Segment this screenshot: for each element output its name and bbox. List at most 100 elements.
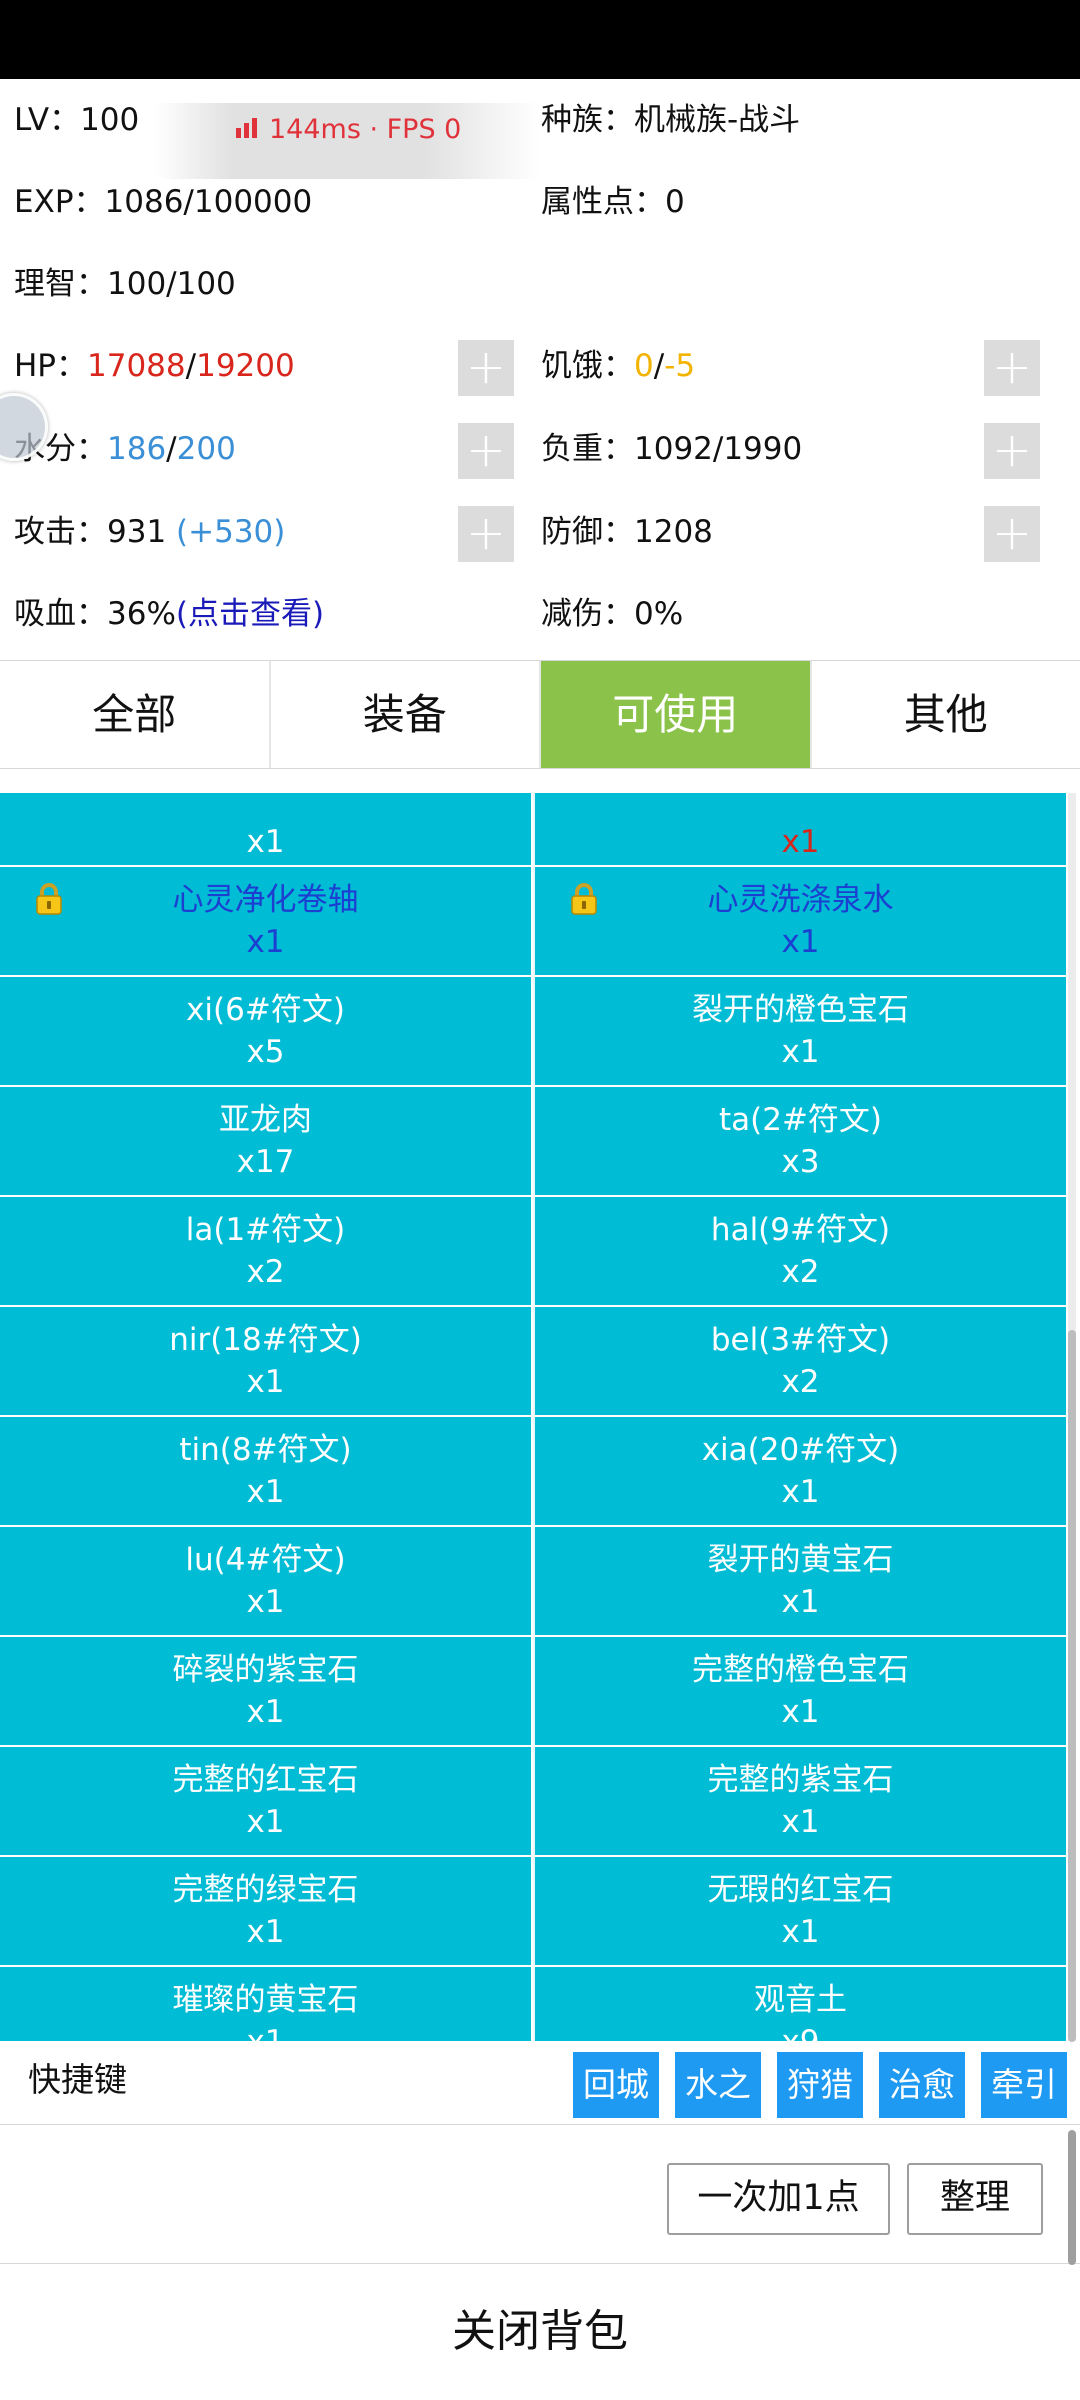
item-name: xi(6#符文) [186, 992, 345, 1028]
item-name: 完整的绿宝石 [172, 1872, 359, 1908]
item-quantity: x1 [246, 2021, 284, 2041]
shortcut-bar: 快捷键 回城 水之 狩猎 治愈 牵引 [0, 2042, 1080, 2125]
item-cell[interactable]: hal(9#符文) x2 [533, 1197, 1066, 1305]
item-cell[interactable]: xia(20#符文) x1 [533, 1417, 1066, 1525]
item-cell[interactable]: 完整的绿宝石 x1 [0, 1857, 531, 1965]
tab-all[interactable]: 全部 [0, 661, 271, 768]
hp-plus-button[interactable]: + [458, 340, 514, 396]
item-cell[interactable]: nir(18#符文) x1 [0, 1307, 531, 1415]
action-bar: 一次加1点 整理 [0, 2125, 1080, 2265]
item-cell[interactable]: 完整的红宝石 x1 [0, 1747, 531, 1855]
item-row: nir(18#符文) x1 bel(3#符文) x2 [0, 1307, 1066, 1415]
item-cell[interactable]: 碎裂的紫宝石 x1 [0, 1637, 531, 1745]
hunger-plus-button[interactable]: + [984, 340, 1040, 396]
item-quantity: x1 [246, 1804, 285, 1840]
grid-scrollbar-thumb[interactable] [1068, 1330, 1076, 2042]
defense-plus-button[interactable]: + [984, 506, 1040, 562]
load-plus-button[interactable]: + [984, 423, 1040, 479]
item-quantity: x1 [781, 1694, 820, 1730]
item-cell[interactable]: bel(3#符文) x2 [533, 1307, 1066, 1415]
sort-button[interactable]: 整理 [907, 2163, 1043, 2235]
item-name: 完整的橙色宝石 [692, 1652, 909, 1688]
item-row: la(1#符文) x2 hal(9#符文) x2 [0, 1197, 1066, 1305]
item-row: lu(4#符文) x1 裂开的黄宝石 x1 [0, 1527, 1066, 1635]
item-name: 心灵净化卷轴 [172, 882, 359, 918]
defense-stat: 防御：1208 [541, 514, 713, 550]
shortcut-heal-button[interactable]: 治愈 [879, 2052, 965, 2118]
action-scrollbar[interactable] [1068, 2130, 1076, 2265]
item-name: 完整的紫宝石 [707, 1762, 894, 1798]
item-cell[interactable]: ta(2#符文) x3 [533, 1087, 1066, 1195]
item-cell[interactable]: 心灵洗涤泉水 x1 [533, 867, 1066, 975]
item-grid: x1 x1 心灵净化卷轴 x1 心灵洗涤泉水 x1 xi(6#符文) x5 裂开的橙色宝石 x1 亚… [0, 793, 1066, 2041]
item-cell[interactable]: x1 [533, 793, 1066, 865]
item-quantity: x1 [246, 1364, 285, 1400]
item-quantity: x1 [781, 1474, 820, 1510]
item-cell[interactable]: 完整的橙色宝石 x1 [533, 1637, 1066, 1745]
shortcut-pull-button[interactable]: 牵引 [981, 2052, 1067, 2118]
item-cell[interactable]: 无瑕的红宝石 x1 [533, 1857, 1066, 1965]
item-quantity: x2 [246, 1254, 285, 1290]
item-cell[interactable]: 亚龙肉 x17 [0, 1087, 531, 1195]
item-row: x1 x1 [0, 793, 1066, 865]
item-cell[interactable]: 完整的紫宝石 x1 [533, 1747, 1066, 1855]
shortcut-water-button[interactable]: 水之 [675, 2052, 761, 2118]
item-quantity: x2 [781, 1364, 820, 1400]
item-quantity: x1 [781, 824, 820, 860]
item-name: 裂开的橙色宝石 [692, 992, 909, 1028]
water-plus-button[interactable]: + [458, 423, 514, 479]
tab-other[interactable]: 其他 [811, 661, 1080, 768]
item-cell[interactable]: 裂开的黄宝石 x1 [533, 1527, 1066, 1635]
exp-stat: EXP：1086/100000 [14, 184, 313, 220]
bag-tabs: 全部 装备 可使用 其他 [0, 660, 1080, 769]
item-quantity: x1 [781, 1584, 820, 1620]
item-row: xi(6#符文) x5 裂开的橙色宝石 x1 [0, 977, 1066, 1085]
water-stat: 水分：186/200 [14, 431, 236, 467]
item-quantity: x9 [781, 2021, 819, 2041]
item-cell[interactable]: tin(8#符文) x1 [0, 1417, 531, 1525]
item-quantity: x1 [246, 824, 285, 860]
item-name: 璀璨的黄宝石 [172, 1982, 359, 2018]
item-name: hal(9#符文) [710, 1212, 891, 1248]
tab-usable[interactable]: 可使用 [541, 661, 812, 768]
item-cell[interactable]: xi(6#符文) x5 [0, 977, 531, 1085]
item-name: 完整的红宝石 [172, 1762, 359, 1798]
item-quantity: x1 [246, 1914, 285, 1950]
item-cell[interactable]: 心灵净化卷轴 x1 [0, 867, 531, 975]
item-quantity: x1 [781, 1804, 820, 1840]
close-bag-button[interactable]: 关闭背包 [0, 2264, 1080, 2400]
signal-icon [236, 118, 257, 138]
item-name: xia(20#符文) [701, 1432, 900, 1468]
item-name: 碎裂的紫宝石 [172, 1652, 359, 1688]
item-name: nir(18#符文) [169, 1322, 362, 1358]
item-cell[interactable]: la(1#符文) x2 [0, 1197, 531, 1305]
lock-icon [34, 883, 64, 915]
item-name: ta(2#符文) [718, 1102, 883, 1138]
status-bar [0, 0, 1080, 79]
tab-equipment[interactable]: 装备 [270, 661, 541, 768]
item-cell[interactable]: 观音土 x9 [533, 1967, 1066, 2041]
item-name: 无瑕的红宝石 [707, 1872, 894, 1908]
attack-plus-button[interactable]: + [458, 506, 514, 562]
lifesteal-detail-link[interactable]: (点击查看) [176, 596, 324, 632]
item-name: 心灵洗涤泉水 [707, 882, 894, 918]
item-quantity: x1 [246, 1694, 285, 1730]
shortcut-hunt-button[interactable]: 狩猎 [777, 2052, 863, 2118]
item-grid-content: x1 x1 心灵净化卷轴 x1 心灵洗涤泉水 x1 xi(6#符文) x5 裂开的橙色宝石 x1 亚… [0, 793, 1066, 2041]
item-cell[interactable]: 裂开的橙色宝石 x1 [533, 977, 1066, 1085]
item-name: la(1#符文) [185, 1212, 346, 1248]
add-one-point-button[interactable]: 一次加1点 [667, 2163, 890, 2235]
item-quantity: x5 [246, 1034, 285, 1070]
item-quantity: x1 [781, 1914, 820, 1950]
item-cell[interactable]: x1 [0, 793, 531, 865]
item-cell[interactable]: 璀璨的黄宝石 x1 [0, 1967, 531, 2041]
item-quantity: x1 [246, 1584, 285, 1620]
shortcut-return-city-button[interactable]: 回城 [573, 2052, 659, 2118]
load-stat: 负重：1092/1990 [541, 431, 803, 467]
item-cell[interactable]: lu(4#符文) x1 [0, 1527, 531, 1635]
lifesteal-stat: 吸血：36%(点击查看) [14, 596, 325, 632]
item-quantity: x1 [246, 924, 285, 960]
attribute-points-stat: 属性点：0 [541, 184, 685, 220]
lock-icon [569, 883, 599, 915]
hunger-stat: 饥饿：0/-5 [541, 348, 696, 384]
